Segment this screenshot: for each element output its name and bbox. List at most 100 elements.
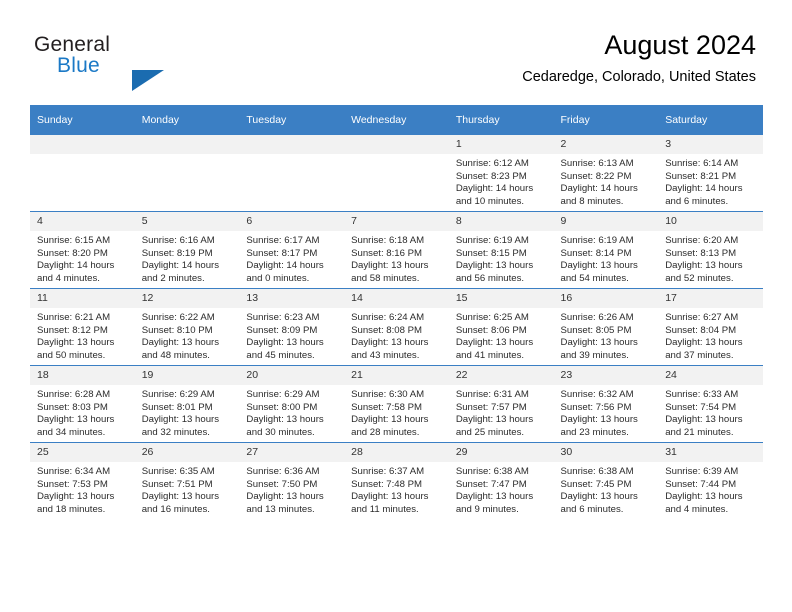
sunrise-text: Sunrise: 6:15 AM: [37, 235, 111, 246]
day-number: 8: [448, 212, 554, 231]
calendar-day-cell[interactable]: 8 Sunrise: 6:19 AM Sunset: 8:15 PM Daylight…: [448, 211, 554, 289]
sunset-text: Sunset: 7:47 PM: [455, 478, 527, 490]
sunset-text: Sunset: 8:06 PM: [455, 324, 527, 336]
day-number: [30, 135, 135, 154]
calendar-day-cell[interactable]: 31 Sunrise: 6:39 AM Sunset: 7:44 PM Dayligh…: [658, 442, 763, 519]
day-number: 15: [448, 289, 554, 308]
daylight-text: Daylight: 13 hours and 16 minutes.: [141, 491, 220, 515]
day-number: 9: [553, 212, 659, 231]
calendar-day-cell[interactable]: 18 Sunrise: 6:28 AM Sunset: 8:03 PM Dayligh…: [30, 365, 135, 443]
calendar-day-cell[interactable]: 28 Sunrise: 6:37 AM Sunset: 7:48 PM Dayligh…: [344, 442, 449, 519]
calendar-day-cell[interactable]: 14 Sunrise: 6:24 AM Sunset: 8:08 PM Dayligh…: [344, 288, 449, 366]
calendar-day-cell[interactable]: 4 Sunrise: 6:15 AM Sunset: 8:20 PM Daylight…: [30, 211, 135, 289]
calendar-day-cell[interactable]: 27 Sunrise: 6:36 AM Sunset: 7:50 PM Dayligh…: [239, 442, 345, 519]
calendar-day-cell[interactable]: 11 Sunrise: 6:21 AM Sunset: 8:12 PM Dayligh…: [30, 288, 135, 366]
sunset-text: Sunset: 8:12 PM: [37, 324, 108, 336]
sunrise-text: Sunrise: 6:27 AM: [665, 312, 739, 323]
sunrise-text: Sunrise: 6:19 AM: [455, 235, 529, 246]
daylight-text: Daylight: 13 hours and 25 minutes.: [455, 414, 534, 438]
calendar-day-cell[interactable]: 26 Sunrise: 6:35 AM Sunset: 7:51 PM Dayligh…: [134, 442, 240, 519]
calendar-day-cell[interactable]: 30 Sunrise: 6:38 AM Sunset: 7:45 PM Dayligh…: [553, 442, 659, 519]
calendar-day-cell[interactable]: 15 Sunrise: 6:25 AM Sunset: 8:06 PM Dayligh…: [448, 288, 554, 366]
day-details: Sunrise: 6:20 AM Sunset: 8:13 PM Daylight:…: [658, 231, 763, 285]
calendar-day-cell[interactable]: 17 Sunrise: 6:27 AM Sunset: 8:04 PM Dayligh…: [658, 288, 763, 366]
calendar-day-cell[interactable]: 21 Sunrise: 6:30 AM Sunset: 7:58 PM Dayligh…: [344, 365, 449, 443]
calendar-day-cell[interactable]: 9 Sunrise: 6:19 AM Sunset: 8:14 PM Daylight…: [553, 211, 659, 289]
sunset-text: Sunset: 8:00 PM: [246, 401, 318, 413]
day-number: 17: [658, 289, 763, 308]
sunset-text: Sunset: 8:01 PM: [141, 401, 213, 413]
weekday-header-wednesday: Wednesday: [344, 105, 449, 135]
calendar-day-cell-empty: [30, 134, 135, 212]
day-number: 13: [239, 289, 345, 308]
day-details: Sunrise: 6:27 AM Sunset: 8:04 PM Daylight:…: [658, 308, 763, 362]
calendar-day-cell[interactable]: 12 Sunrise: 6:22 AM Sunset: 8:10 PM Dayligh…: [134, 288, 240, 366]
daylight-text: Daylight: 13 hours and 30 minutes.: [246, 414, 324, 438]
daylight-text: Daylight: 13 hours and 11 minutes.: [351, 491, 429, 515]
day-details: Sunrise: 6:23 AM Sunset: 8:09 PM Daylight:…: [239, 308, 344, 362]
calendar-day-cell[interactable]: 3 Sunrise: 6:14 AM Sunset: 8:21 PM Daylight…: [658, 134, 763, 212]
calendar-week-row: 18 Sunrise: 6:28 AM Sunset: 8:03 PM Dayligh…: [30, 365, 763, 443]
daylight-text: Daylight: 14 hours and 4 minutes.: [37, 260, 115, 284]
daylight-text: Daylight: 13 hours and 13 minutes.: [246, 491, 324, 515]
sunrise-text: Sunrise: 6:25 AM: [455, 312, 529, 323]
day-number: 31: [658, 443, 763, 462]
day-details: Sunrise: 6:22 AM Sunset: 8:10 PM Daylight:…: [135, 308, 240, 362]
weekday-header-sunday: Sunday: [30, 105, 135, 135]
sunrise-text: Sunrise: 6:36 AM: [246, 466, 320, 477]
calendar-day-cell[interactable]: 5 Sunrise: 6:16 AM Sunset: 8:19 PM Daylight…: [134, 211, 240, 289]
sunrise-text: Sunrise: 6:35 AM: [141, 466, 215, 477]
day-details: Sunrise: 6:19 AM Sunset: 8:14 PM Daylight:…: [554, 231, 659, 285]
calendar-day-cell-empty: [344, 134, 449, 212]
sunrise-text: Sunrise: 6:16 AM: [141, 235, 215, 246]
sunset-text: Sunset: 8:13 PM: [665, 247, 737, 259]
calendar-day-cell[interactable]: 23 Sunrise: 6:32 AM Sunset: 7:56 PM Dayligh…: [553, 365, 659, 443]
logo-triangle-icon: [132, 70, 164, 91]
sunset-text: Sunset: 7:48 PM: [351, 478, 423, 490]
sunset-text: Sunset: 8:16 PM: [351, 247, 423, 259]
calendar-day-cell[interactable]: 6 Sunrise: 6:17 AM Sunset: 8:17 PM Daylight…: [239, 211, 345, 289]
calendar-week-row: 1 Sunrise: 6:12 AM Sunset: 8:23 PM Daylight…: [30, 134, 763, 212]
day-number: 11: [30, 289, 135, 308]
day-number: 29: [448, 443, 554, 462]
logo-text-blue: Blue: [57, 54, 100, 77]
calendar-day-cell[interactable]: 29 Sunrise: 6:38 AM Sunset: 7:47 PM Dayligh…: [448, 442, 554, 519]
calendar-day-cell[interactable]: 22 Sunrise: 6:31 AM Sunset: 7:57 PM Dayligh…: [448, 365, 554, 443]
sunrise-text: Sunrise: 6:37 AM: [351, 466, 425, 477]
calendar-day-cell[interactable]: 24 Sunrise: 6:33 AM Sunset: 7:54 PM Dayligh…: [658, 365, 763, 443]
sunset-text: Sunset: 7:51 PM: [141, 478, 213, 490]
sunset-text: Sunset: 7:50 PM: [246, 478, 318, 490]
day-number: 23: [553, 366, 659, 385]
daylight-text: Daylight: 13 hours and 41 minutes.: [455, 337, 534, 361]
day-details: Sunrise: 6:36 AM Sunset: 7:50 PM Daylight:…: [239, 462, 344, 516]
day-details: Sunrise: 6:28 AM Sunset: 8:03 PM Daylight:…: [30, 385, 135, 439]
sunrise-text: Sunrise: 6:19 AM: [560, 235, 634, 246]
page-header: General Blue August 2024 Cedaredge, Colo…: [0, 0, 792, 100]
calendar-day-cell-empty: [239, 134, 345, 212]
calendar-day-cell[interactable]: 25 Sunrise: 6:34 AM Sunset: 7:53 PM Dayligh…: [30, 442, 135, 519]
daylight-text: Daylight: 14 hours and 8 minutes.: [560, 183, 638, 207]
day-details: Sunrise: 6:29 AM Sunset: 8:01 PM Daylight:…: [135, 385, 240, 439]
sunrise-text: Sunrise: 6:33 AM: [665, 389, 739, 400]
generalblue-logo[interactable]: General Blue: [34, 33, 264, 91]
calendar-day-cell[interactable]: 7 Sunrise: 6:18 AM Sunset: 8:16 PM Daylight…: [344, 211, 449, 289]
sunset-text: Sunset: 8:19 PM: [141, 247, 213, 259]
sunrise-text: Sunrise: 6:38 AM: [455, 466, 529, 477]
day-number: 22: [448, 366, 554, 385]
sunrise-text: Sunrise: 6:30 AM: [351, 389, 425, 400]
day-number: 1: [448, 135, 554, 154]
calendar-day-cell[interactable]: 2 Sunrise: 6:13 AM Sunset: 8:22 PM Daylight…: [553, 134, 659, 212]
calendar-day-cell[interactable]: 19 Sunrise: 6:29 AM Sunset: 8:01 PM Dayligh…: [134, 365, 240, 443]
calendar-day-cell[interactable]: 10 Sunrise: 6:20 AM Sunset: 8:13 PM Dayligh…: [658, 211, 763, 289]
sunrise-sunset-calendar-table: Sunday Monday Tuesday Wednesday Thursday…: [30, 105, 763, 519]
calendar-day-cell[interactable]: 13 Sunrise: 6:23 AM Sunset: 8:09 PM Dayligh…: [239, 288, 345, 366]
weekday-header-row: Sunday Monday Tuesday Wednesday Thursday…: [30, 105, 763, 135]
daylight-text: Daylight: 13 hours and 58 minutes.: [351, 260, 429, 284]
calendar-day-cell[interactable]: 20 Sunrise: 6:29 AM Sunset: 8:00 PM Dayligh…: [239, 365, 345, 443]
sunrise-text: Sunrise: 6:18 AM: [351, 235, 425, 246]
calendar-day-cell[interactable]: 16 Sunrise: 6:26 AM Sunset: 8:05 PM Dayligh…: [553, 288, 659, 366]
day-number: 26: [134, 443, 240, 462]
calendar-week-row: 11 Sunrise: 6:21 AM Sunset: 8:12 PM Dayligh…: [30, 288, 763, 366]
calendar-day-cell[interactable]: 1 Sunrise: 6:12 AM Sunset: 8:23 PM Daylight…: [448, 134, 554, 212]
calendar-week-row: 4 Sunrise: 6:15 AM Sunset: 8:20 PM Daylight…: [30, 211, 763, 289]
